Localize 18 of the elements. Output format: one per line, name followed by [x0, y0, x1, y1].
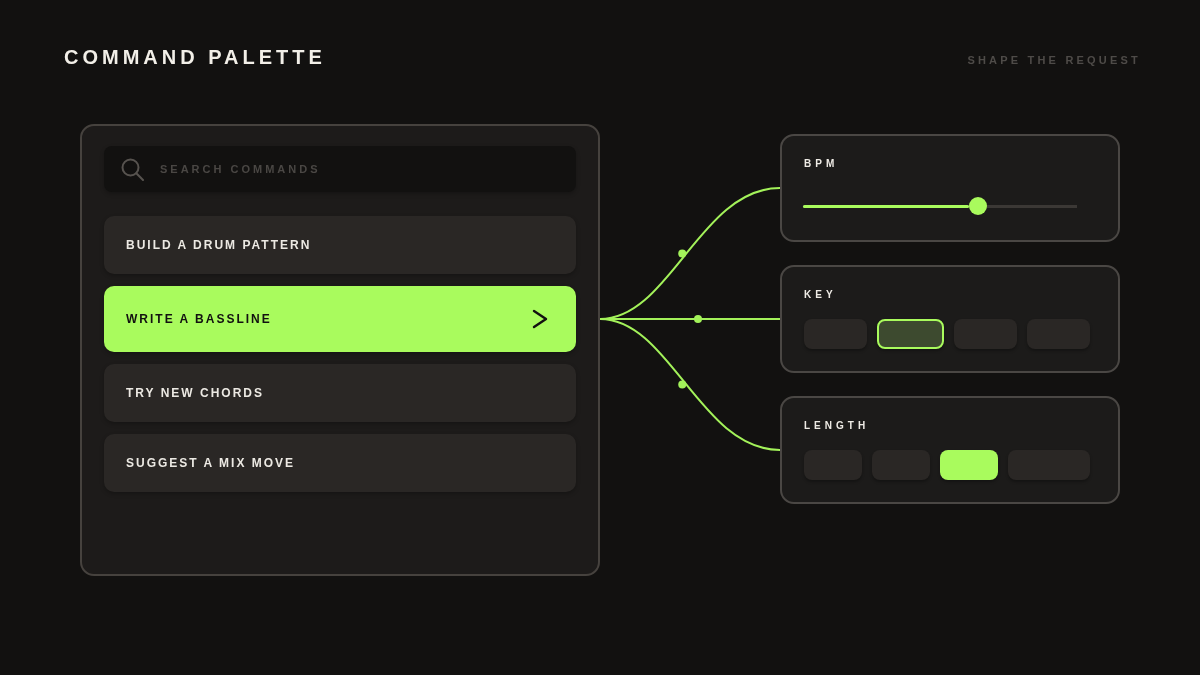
search-field[interactable]: SEARCH COMMANDS: [104, 146, 576, 192]
command-item[interactable]: TRY NEW CHORDS: [104, 364, 576, 422]
chevron-right-icon: [532, 309, 548, 329]
slider-thumb[interactable]: [969, 197, 988, 215]
command-item[interactable]: WRITE A BASSLINE: [104, 286, 576, 352]
parameter-label: KEY: [804, 289, 837, 301]
parameter-label: BPM: [804, 158, 839, 170]
page-title: COMMAND PALETTE: [64, 45, 326, 69]
connector-dot-icon: [694, 315, 702, 323]
connector-dot-icon: [678, 249, 687, 258]
tagline: SHAPE THE REQUEST: [967, 53, 1141, 67]
command-item[interactable]: SUGGEST A MIX MOVE: [104, 434, 576, 492]
parameter-label: LENGTH: [804, 420, 870, 432]
option-chip[interactable]: [877, 319, 944, 349]
option-chip[interactable]: [940, 450, 999, 480]
connector-dot-icon: [678, 380, 687, 389]
search-icon: [121, 158, 144, 181]
command-item[interactable]: BUILD A DRUM PATTERN: [104, 216, 576, 274]
